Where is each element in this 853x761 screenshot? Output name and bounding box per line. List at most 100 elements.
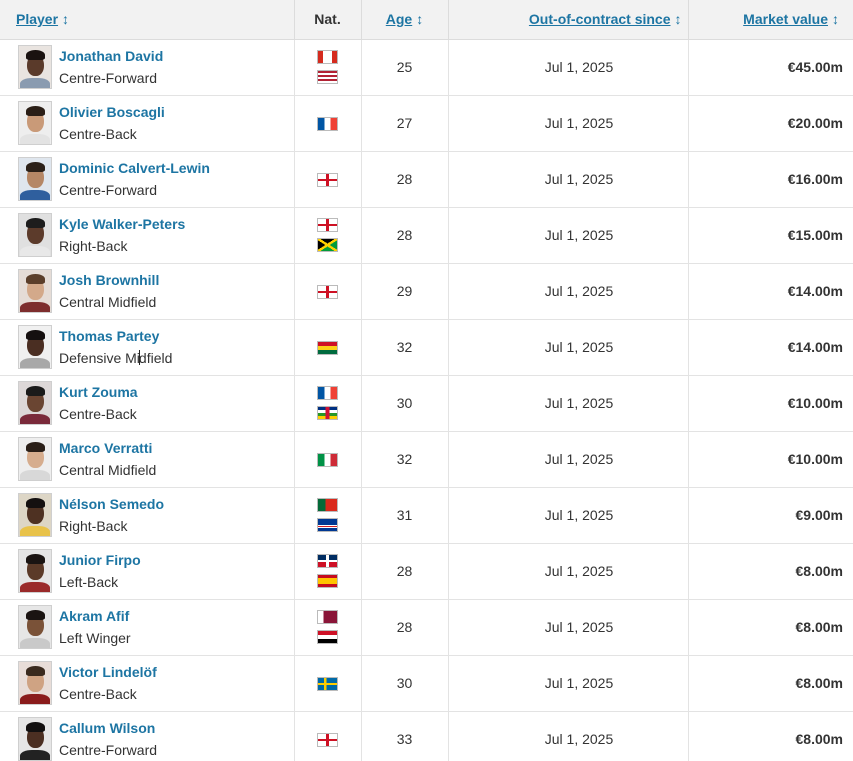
player-avatar[interactable] <box>18 605 52 649</box>
out-of-contract-column-header[interactable]: Out-of-contract since ↕ <box>447 0 689 40</box>
table-header-row: Player ↕ Nat. Age ↕ Out-of-contract since ↕… <box>0 0 853 40</box>
players-table-container: Player ↕ Nat. Age ↕ Out-of-contract since ↕… <box>0 0 853 761</box>
player-position: Centre-Back <box>59 406 137 422</box>
player-name-link[interactable]: Victor Lindelöf <box>59 661 157 683</box>
egypt-flag <box>317 630 338 644</box>
market-value-column-header[interactable]: Market value ↕ <box>687 0 853 40</box>
table-row: Jonathan David Centre-Forward 25 Jul 1, … <box>0 38 853 96</box>
out-of-contract-cell: Jul 1, 2025 <box>447 430 689 488</box>
england-flag <box>317 173 338 188</box>
table-row: Josh Brownhill Central Midfield 29 Jul 1… <box>0 262 853 320</box>
player-avatar[interactable] <box>18 549 52 593</box>
age-cell: 29 <box>360 262 449 320</box>
player-name-link[interactable]: Kyle Walker-Peters <box>59 213 185 235</box>
player-name-link[interactable]: Callum Wilson <box>59 717 157 739</box>
usa-flag <box>317 70 338 84</box>
player-position: Centre-Forward <box>59 70 158 86</box>
out-of-contract-cell: Jul 1, 2025 <box>447 710 689 761</box>
nationality-cell <box>293 542 362 600</box>
player-cell: Dominic Calvert-Lewin Centre-Forward <box>0 150 295 208</box>
player-avatar[interactable] <box>18 493 52 537</box>
player-cell: Callum Wilson Centre-Forward <box>0 710 295 761</box>
age-cell: 32 <box>360 430 449 488</box>
age-cell: 31 <box>360 486 449 544</box>
out-of-contract-cell: Jul 1, 2025 <box>447 262 689 320</box>
player-avatar[interactable] <box>18 381 52 425</box>
player-cell: Jonathan David Centre-Forward <box>0 38 295 96</box>
player-position: Central Midfield <box>59 294 157 310</box>
out-of-contract-cell: Jul 1, 2025 <box>447 654 689 712</box>
market-value-cell: €10.00m <box>687 374 853 432</box>
france-flag <box>317 386 338 400</box>
cape-verde-flag <box>317 518 338 532</box>
player-name-link[interactable]: Josh Brownhill <box>59 269 159 291</box>
table-row: Thomas Partey Defensive Midfield 32 Jul … <box>0 318 853 376</box>
player-avatar[interactable] <box>18 661 52 705</box>
player-position: Left-Back <box>59 574 119 590</box>
england-flag <box>317 733 338 748</box>
player-cell: Nélson Semedo Right-Back <box>0 486 295 544</box>
central-african-republic-flag <box>317 406 338 420</box>
table-row: Kyle Walker-Peters Right-Back 28 Jul 1, … <box>0 206 853 264</box>
nationality-cell <box>293 654 362 712</box>
out-of-contract-cell: Jul 1, 2025 <box>447 150 689 208</box>
age-cell: 30 <box>360 374 449 432</box>
market-value-cell: €8.00m <box>687 598 853 656</box>
player-cell: Akram Afif Left Winger <box>0 598 295 656</box>
sort-by-market-value-link[interactable]: Market value <box>743 11 828 27</box>
table-row: Victor Lindelöf Centre-Back 30 Jul 1, 20… <box>0 654 853 712</box>
sort-arrows-icon: ↕ <box>62 11 70 28</box>
player-name-link[interactable]: Junior Firpo <box>59 549 141 571</box>
player-avatar[interactable] <box>18 157 52 201</box>
nationality-cell <box>293 150 362 208</box>
player-name-link[interactable]: Thomas Partey <box>59 325 172 347</box>
market-value-cell: €8.00m <box>687 654 853 712</box>
player-name-link[interactable]: Kurt Zouma <box>59 381 138 403</box>
player-avatar[interactable] <box>18 437 52 481</box>
player-avatar[interactable] <box>18 213 52 257</box>
player-avatar[interactable] <box>18 325 52 369</box>
player-name-link[interactable]: Nélson Semedo <box>59 493 164 515</box>
nationality-cell <box>293 206 362 264</box>
nationality-column-header: Nat. <box>293 0 362 40</box>
spain-flag <box>317 574 338 588</box>
sort-by-player-link[interactable]: Player <box>16 11 58 27</box>
sort-by-age-link[interactable]: Age <box>386 11 412 27</box>
market-value-cell: €14.00m <box>687 318 853 376</box>
age-cell: 28 <box>360 542 449 600</box>
player-avatar[interactable] <box>18 269 52 313</box>
player-position: Centre-Forward <box>59 742 158 758</box>
market-value-cell: €8.00m <box>687 542 853 600</box>
sweden-flag <box>317 677 338 692</box>
nationality-cell <box>293 710 362 761</box>
player-name-link[interactable]: Akram Afif <box>59 605 131 627</box>
age-cell: 28 <box>360 598 449 656</box>
portugal-flag <box>317 498 338 512</box>
nationality-cell <box>293 374 362 432</box>
player-name-link[interactable]: Jonathan David <box>59 45 163 67</box>
player-position: Left Winger <box>59 630 131 646</box>
player-avatar[interactable] <box>18 101 52 145</box>
player-name-link[interactable]: Marco Verratti <box>59 437 156 459</box>
out-of-contract-cell: Jul 1, 2025 <box>447 318 689 376</box>
player-cell: Olivier Boscagli Centre-Back <box>0 94 295 152</box>
out-of-contract-cell: Jul 1, 2025 <box>447 542 689 600</box>
player-name-link[interactable]: Dominic Calvert-Lewin <box>59 157 210 179</box>
table-row: Olivier Boscagli Centre-Back 27 Jul 1, 2… <box>0 94 853 152</box>
player-position: Defensive Midfield <box>59 347 172 369</box>
dominican-republic-flag <box>317 554 338 568</box>
market-value-cell: €8.00m <box>687 710 853 761</box>
player-avatar[interactable] <box>18 45 52 89</box>
age-cell: 32 <box>360 318 449 376</box>
player-avatar[interactable] <box>18 717 52 761</box>
table-row: Marco Verratti Central Midfield 32 Jul 1… <box>0 430 853 488</box>
age-column-header[interactable]: Age ↕ <box>360 0 449 40</box>
player-name-link[interactable]: Olivier Boscagli <box>59 101 165 123</box>
market-value-cell: €9.00m <box>687 486 853 544</box>
sort-by-out-of-contract-link[interactable]: Out-of-contract since <box>529 11 671 27</box>
age-cell: 33 <box>360 710 449 761</box>
player-position: Right-Back <box>59 518 128 534</box>
player-column-header[interactable]: Player ↕ <box>0 0 295 40</box>
table-row: Kurt Zouma Centre-Back 30 Jul 1, 2025 €1… <box>0 374 853 432</box>
players-table: Player ↕ Nat. Age ↕ Out-of-contract since ↕… <box>0 0 853 761</box>
